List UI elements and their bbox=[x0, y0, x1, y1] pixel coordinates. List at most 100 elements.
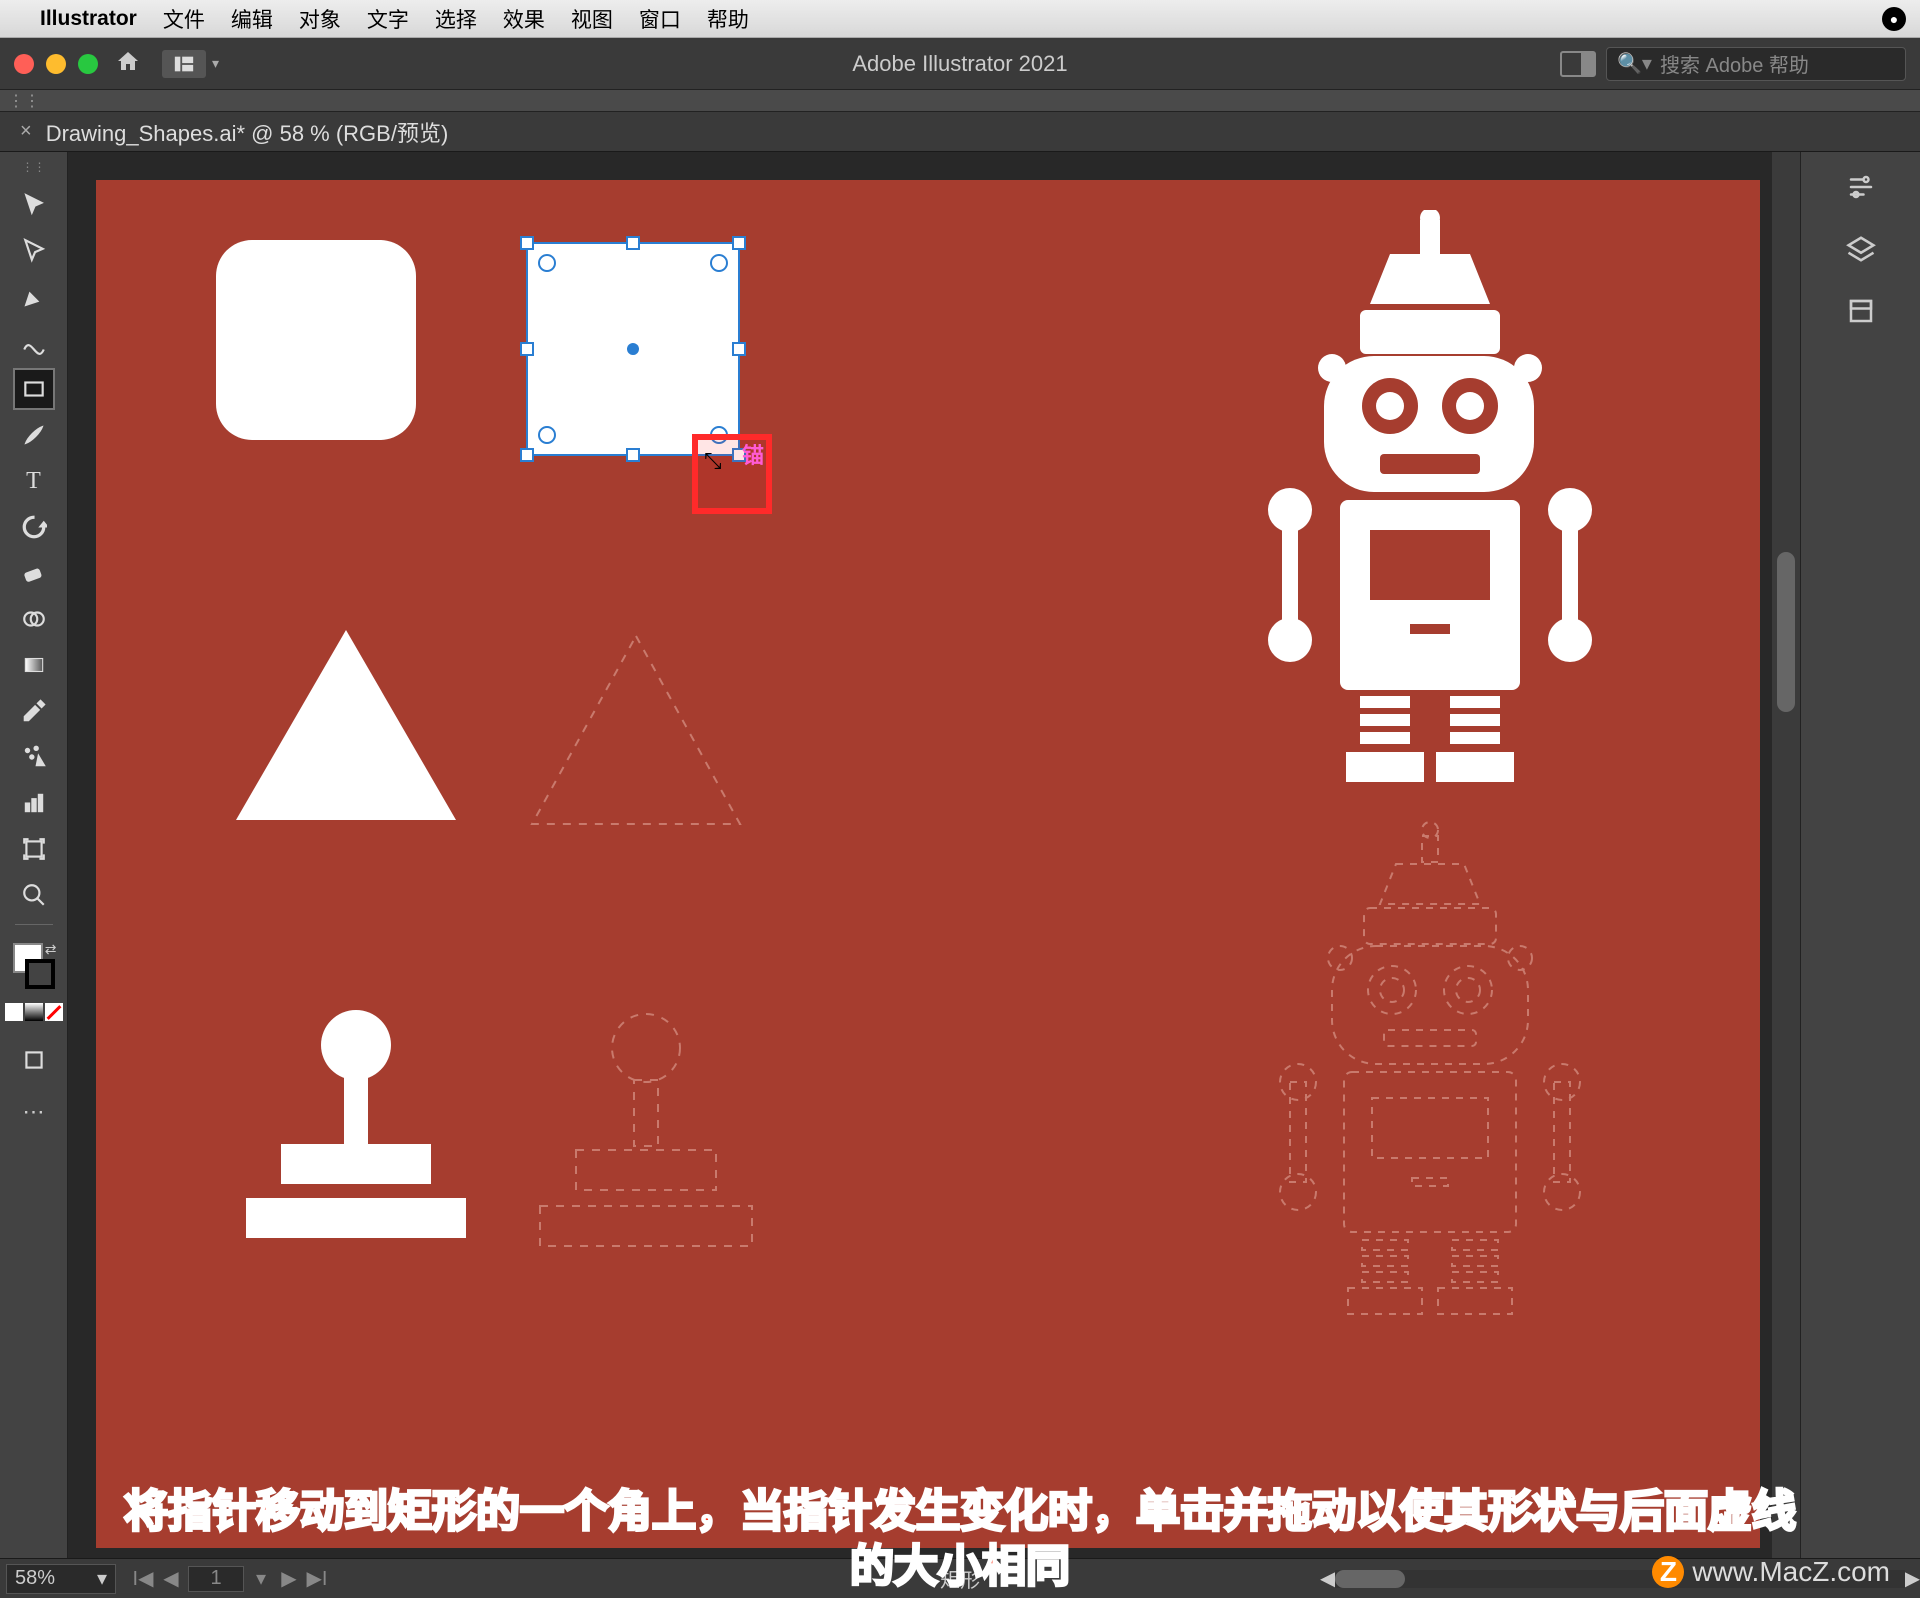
anchor-label: 锚 bbox=[742, 438, 764, 470]
scrollbar-thumb[interactable] bbox=[1777, 552, 1795, 712]
resize-handle[interactable] bbox=[626, 448, 640, 462]
search-icon: 🔍▾ bbox=[1617, 51, 1652, 76]
direct-selection-tool[interactable] bbox=[13, 230, 55, 272]
corner-widget[interactable] bbox=[538, 254, 556, 272]
artboard-tool[interactable] bbox=[13, 828, 55, 870]
eraser-tool[interactable] bbox=[13, 552, 55, 594]
symbol-sprayer-tool[interactable] bbox=[13, 736, 55, 778]
corner-widget[interactable] bbox=[538, 426, 556, 444]
selected-rectangle[interactable] bbox=[526, 242, 740, 456]
toolbar-grip-icon[interactable]: ⋮⋮ bbox=[22, 160, 46, 174]
watermark-badge-icon: Z bbox=[1652, 1556, 1684, 1588]
search-placeholder: 搜索 Adobe 帮助 bbox=[1660, 49, 1809, 78]
gradient-tool[interactable] bbox=[13, 644, 55, 686]
column-graph-tool[interactable] bbox=[13, 782, 55, 824]
eyedropper-tool[interactable] bbox=[13, 690, 55, 732]
fill-stroke-swap[interactable]: ⇄ bbox=[13, 933, 55, 991]
document-tab[interactable]: × Drawing_Shapes.ai* @ 58 % (RGB/预览) bbox=[20, 116, 448, 148]
window-title: Adobe Illustrator 2021 bbox=[852, 51, 1067, 77]
app-name[interactable]: Illustrator bbox=[40, 7, 137, 31]
window-zoom-button[interactable] bbox=[78, 54, 98, 74]
scroll-left-button[interactable]: ◀ bbox=[1320, 1566, 1335, 1591]
resize-handle[interactable] bbox=[732, 342, 746, 356]
scroll-right-button[interactable]: ▶ bbox=[1905, 1566, 1920, 1591]
libraries-panel-icon[interactable] bbox=[1844, 294, 1878, 328]
artboard[interactable]: ⤡ 锚 bbox=[96, 180, 1760, 1548]
right-panel-dock bbox=[1800, 152, 1920, 1558]
menu-effect[interactable]: 效果 bbox=[503, 4, 545, 34]
menu-type[interactable]: 文字 bbox=[367, 4, 409, 34]
menu-view[interactable]: 视图 bbox=[571, 4, 613, 34]
watermark: Z www.MacZ.com bbox=[1652, 1556, 1890, 1588]
triangle-outline bbox=[526, 630, 746, 835]
edit-toolbar-icon[interactable]: ⋯ bbox=[13, 1091, 55, 1133]
triangle-shape[interactable] bbox=[236, 630, 456, 820]
layers-panel-icon[interactable] bbox=[1844, 232, 1878, 266]
resize-handle[interactable] bbox=[732, 236, 746, 250]
resize-handle[interactable] bbox=[520, 448, 534, 462]
resize-handle[interactable] bbox=[520, 342, 534, 356]
robot-shape[interactable] bbox=[1220, 210, 1640, 795]
color-mode-row bbox=[5, 1003, 63, 1021]
swap-fill-stroke-icon[interactable]: ⇄ bbox=[45, 941, 57, 958]
scale-cursor-icon: ⤡ bbox=[704, 448, 722, 474]
center-point[interactable] bbox=[627, 343, 639, 355]
mac-menubar: Illustrator 文件 编辑 对象 文字 选择 效果 视图 窗口 帮助 ● bbox=[0, 0, 1920, 38]
titlebar: ▾ Adobe Illustrator 2021 🔍▾ 搜索 Adobe 帮助 bbox=[0, 38, 1920, 90]
control-bar[interactable]: ⋮⋮ bbox=[0, 90, 1920, 112]
workspace-switcher[interactable] bbox=[162, 50, 206, 78]
close-tab-icon[interactable]: × bbox=[20, 120, 32, 143]
status-bar: 58% ▾ I◀ ◀ 1 ▾ ▶ ▶I 矩形 ◀ ▶ bbox=[0, 1558, 1920, 1598]
zoom-tool[interactable] bbox=[13, 874, 55, 916]
last-artboard-button[interactable]: ▶I bbox=[306, 1566, 328, 1591]
menu-edit[interactable]: 编辑 bbox=[231, 4, 273, 34]
color-mode-gradient[interactable] bbox=[25, 1003, 43, 1021]
pedestal-shape[interactable] bbox=[246, 1010, 466, 1238]
draw-normal-icon[interactable] bbox=[13, 1039, 55, 1081]
zoom-level[interactable]: 58% ▾ bbox=[6, 1564, 116, 1594]
vertical-scrollbar[interactable] bbox=[1772, 152, 1800, 1558]
shape-builder-tool[interactable] bbox=[13, 598, 55, 640]
first-artboard-button[interactable]: I◀ bbox=[132, 1566, 154, 1591]
menu-object[interactable]: 对象 bbox=[299, 4, 341, 34]
workspace: ⋮⋮ T ⇄ bbox=[0, 152, 1920, 1558]
menu-file[interactable]: 文件 bbox=[163, 4, 205, 34]
window-close-button[interactable] bbox=[14, 54, 34, 74]
selection-tool[interactable] bbox=[13, 184, 55, 226]
rotate-tool[interactable] bbox=[13, 506, 55, 548]
curvature-tool[interactable] bbox=[13, 322, 55, 364]
app-window: ▾ Adobe Illustrator 2021 🔍▾ 搜索 Adobe 帮助 … bbox=[0, 38, 1920, 1598]
stroke-swatch[interactable] bbox=[25, 959, 55, 989]
panel-toggle-icon[interactable] bbox=[1560, 51, 1596, 77]
home-icon[interactable] bbox=[116, 49, 140, 79]
toolbar: ⋮⋮ T ⇄ bbox=[0, 152, 68, 1558]
menu-window[interactable]: 窗口 bbox=[639, 4, 681, 34]
chevron-down-icon[interactable]: ▾ bbox=[212, 55, 219, 72]
pen-tool[interactable] bbox=[13, 276, 55, 318]
menu-select[interactable]: 选择 bbox=[435, 4, 477, 34]
next-artboard-button[interactable]: ▶ bbox=[278, 1566, 300, 1591]
rectangle-tool[interactable] bbox=[13, 368, 55, 410]
robot-outline bbox=[1220, 820, 1640, 1325]
corner-widget[interactable] bbox=[710, 254, 728, 272]
color-mode-none[interactable] bbox=[45, 1003, 63, 1021]
properties-panel-icon[interactable] bbox=[1844, 170, 1878, 204]
menu-help[interactable]: 帮助 bbox=[707, 4, 749, 34]
resize-handle[interactable] bbox=[520, 236, 534, 250]
artboard-number[interactable]: 1 bbox=[188, 1566, 244, 1592]
chevron-down-icon[interactable]: ▾ bbox=[250, 1566, 272, 1591]
menubar-status-icon[interactable]: ● bbox=[1882, 7, 1906, 31]
color-mode-solid[interactable] bbox=[5, 1003, 23, 1021]
resize-handle[interactable] bbox=[626, 236, 640, 250]
window-minimize-button[interactable] bbox=[46, 54, 66, 74]
chevron-down-icon[interactable]: ▾ bbox=[97, 1566, 107, 1591]
prev-artboard-button[interactable]: ◀ bbox=[160, 1566, 182, 1591]
scrollbar-thumb[interactable] bbox=[1335, 1570, 1405, 1588]
zoom-value: 58% bbox=[15, 1567, 55, 1590]
rounded-rect-shape[interactable] bbox=[216, 240, 416, 440]
type-tool[interactable]: T bbox=[13, 460, 55, 502]
selection-info: 矩形 bbox=[940, 1564, 980, 1593]
paintbrush-tool[interactable] bbox=[13, 414, 55, 456]
search-input[interactable]: 🔍▾ 搜索 Adobe 帮助 bbox=[1606, 47, 1906, 81]
canvas-area[interactable]: ⤡ 锚 bbox=[68, 152, 1800, 1558]
